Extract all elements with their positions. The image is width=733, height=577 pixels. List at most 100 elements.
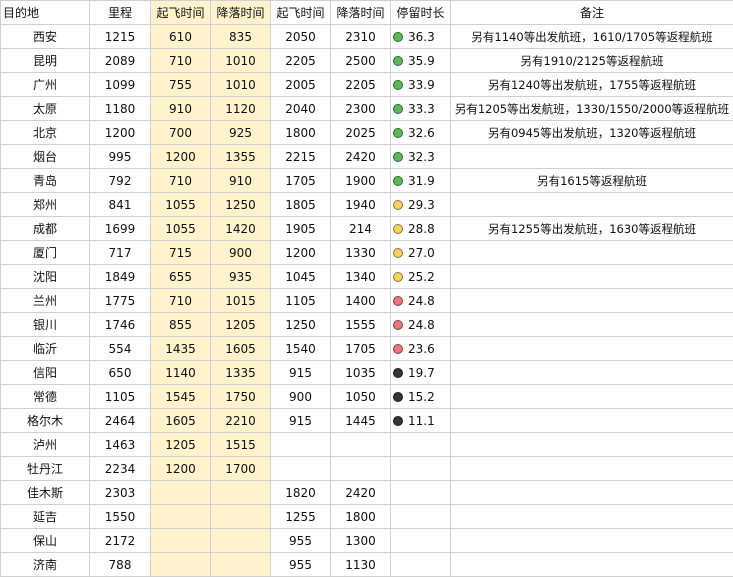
outbound-arrival-cell[interactable]: 935 — [210, 264, 271, 289]
notes-cell[interactable] — [450, 144, 733, 169]
notes-cell[interactable] — [450, 288, 733, 313]
stay-duration-cell[interactable]: 23.6 — [390, 336, 451, 361]
outbound-arrival-cell[interactable]: 2210 — [210, 408, 271, 433]
stay-duration-cell[interactable] — [390, 504, 451, 529]
destination-cell[interactable]: 广州 — [0, 72, 90, 97]
outbound-arrival-cell[interactable]: 1010 — [210, 48, 271, 73]
outbound-arrival-cell[interactable]: 1205 — [210, 312, 271, 337]
notes-cell[interactable] — [450, 384, 733, 409]
return-arrival-cell[interactable]: 1940 — [330, 192, 391, 217]
return-arrival-cell[interactable]: 1340 — [330, 264, 391, 289]
destination-cell[interactable]: 郑州 — [0, 192, 90, 217]
stay-duration-cell[interactable]: 35.9 — [390, 48, 451, 73]
mileage-cell[interactable]: 1775 — [89, 288, 151, 313]
notes-cell[interactable] — [450, 336, 733, 361]
return-departure-cell[interactable]: 2005 — [270, 72, 331, 97]
return-arrival-cell[interactable] — [330, 456, 391, 481]
return-departure-cell[interactable]: 955 — [270, 552, 331, 577]
notes-cell[interactable] — [450, 192, 733, 217]
outbound-arrival-cell[interactable]: 900 — [210, 240, 271, 265]
return-arrival-cell[interactable]: 2205 — [330, 72, 391, 97]
return-arrival-cell[interactable]: 1035 — [330, 360, 391, 385]
notes-cell[interactable]: 另有1910/2125等返程航班 — [450, 48, 733, 73]
stay-duration-cell[interactable] — [390, 552, 451, 577]
mileage-cell[interactable]: 554 — [89, 336, 151, 361]
outbound-arrival-cell[interactable]: 1120 — [210, 96, 271, 121]
outbound-departure-cell[interactable]: 610 — [150, 24, 211, 49]
return-departure-cell[interactable]: 1820 — [270, 480, 331, 505]
header-outbound-arrival[interactable]: 降落时间 — [210, 0, 271, 25]
outbound-arrival-cell[interactable]: 1605 — [210, 336, 271, 361]
return-departure-cell[interactable]: 1705 — [270, 168, 331, 193]
outbound-arrival-cell[interactable] — [210, 480, 271, 505]
header-outbound-departure[interactable]: 起飞时间 — [150, 0, 211, 25]
notes-cell[interactable] — [450, 360, 733, 385]
mileage-cell[interactable]: 1463 — [89, 432, 151, 457]
mileage-cell[interactable]: 2464 — [89, 408, 151, 433]
destination-cell[interactable]: 保山 — [0, 528, 90, 553]
mileage-cell[interactable]: 1849 — [89, 264, 151, 289]
destination-cell[interactable]: 临沂 — [0, 336, 90, 361]
destination-cell[interactable]: 烟台 — [0, 144, 90, 169]
return-departure-cell[interactable]: 900 — [270, 384, 331, 409]
stay-duration-cell[interactable]: 33.9 — [390, 72, 451, 97]
return-departure-cell[interactable]: 1045 — [270, 264, 331, 289]
mileage-cell[interactable]: 841 — [89, 192, 151, 217]
stay-duration-cell[interactable] — [390, 432, 451, 457]
return-arrival-cell[interactable]: 1800 — [330, 504, 391, 529]
stay-duration-cell[interactable]: 24.8 — [390, 288, 451, 313]
notes-cell[interactable] — [450, 264, 733, 289]
destination-cell[interactable]: 沈阳 — [0, 264, 90, 289]
mileage-cell[interactable]: 1550 — [89, 504, 151, 529]
outbound-arrival-cell[interactable]: 1250 — [210, 192, 271, 217]
notes-cell[interactable] — [450, 528, 733, 553]
mileage-cell[interactable]: 995 — [89, 144, 151, 169]
destination-cell[interactable]: 延吉 — [0, 504, 90, 529]
return-departure-cell[interactable]: 2215 — [270, 144, 331, 169]
header-return-departure[interactable]: 起飞时间 — [270, 0, 331, 25]
destination-cell[interactable]: 佳木斯 — [0, 480, 90, 505]
outbound-departure-cell[interactable]: 910 — [150, 96, 211, 121]
destination-cell[interactable]: 太原 — [0, 96, 90, 121]
return-arrival-cell[interactable]: 1400 — [330, 288, 391, 313]
notes-cell[interactable] — [450, 480, 733, 505]
mileage-cell[interactable]: 2172 — [89, 528, 151, 553]
return-departure-cell[interactable]: 2050 — [270, 24, 331, 49]
header-mileage[interactable]: 里程 — [89, 0, 151, 25]
return-departure-cell[interactable]: 955 — [270, 528, 331, 553]
destination-cell[interactable]: 青岛 — [0, 168, 90, 193]
notes-cell[interactable] — [450, 504, 733, 529]
header-destination[interactable]: 目的地 — [0, 0, 90, 25]
return-departure-cell[interactable]: 915 — [270, 408, 331, 433]
mileage-cell[interactable]: 1215 — [89, 24, 151, 49]
return-arrival-cell[interactable]: 1445 — [330, 408, 391, 433]
notes-cell[interactable] — [450, 432, 733, 457]
return-arrival-cell[interactable]: 1050 — [330, 384, 391, 409]
return-departure-cell[interactable]: 1200 — [270, 240, 331, 265]
return-arrival-cell[interactable]: 2500 — [330, 48, 391, 73]
destination-cell[interactable]: 格尔木 — [0, 408, 90, 433]
return-arrival-cell[interactable]: 2420 — [330, 144, 391, 169]
outbound-departure-cell[interactable]: 1545 — [150, 384, 211, 409]
mileage-cell[interactable]: 788 — [89, 552, 151, 577]
header-return-arrival[interactable]: 降落时间 — [330, 0, 391, 25]
mileage-cell[interactable]: 1746 — [89, 312, 151, 337]
stay-duration-cell[interactable]: 11.1 — [390, 408, 451, 433]
return-departure-cell[interactable]: 1905 — [270, 216, 331, 241]
outbound-departure-cell[interactable] — [150, 528, 211, 553]
stay-duration-cell[interactable]: 32.3 — [390, 144, 451, 169]
mileage-cell[interactable]: 2303 — [89, 480, 151, 505]
destination-cell[interactable]: 常德 — [0, 384, 90, 409]
mileage-cell[interactable]: 1699 — [89, 216, 151, 241]
notes-cell[interactable]: 另有1240等出发航班，1755等返程航班 — [450, 72, 733, 97]
return-arrival-cell[interactable]: 2300 — [330, 96, 391, 121]
destination-cell[interactable]: 银川 — [0, 312, 90, 337]
outbound-arrival-cell[interactable]: 835 — [210, 24, 271, 49]
outbound-arrival-cell[interactable]: 910 — [210, 168, 271, 193]
outbound-arrival-cell[interactable]: 1355 — [210, 144, 271, 169]
outbound-departure-cell[interactable]: 1605 — [150, 408, 211, 433]
outbound-departure-cell[interactable]: 1140 — [150, 360, 211, 385]
notes-cell[interactable] — [450, 456, 733, 481]
notes-cell[interactable] — [450, 408, 733, 433]
outbound-arrival-cell[interactable]: 1515 — [210, 432, 271, 457]
